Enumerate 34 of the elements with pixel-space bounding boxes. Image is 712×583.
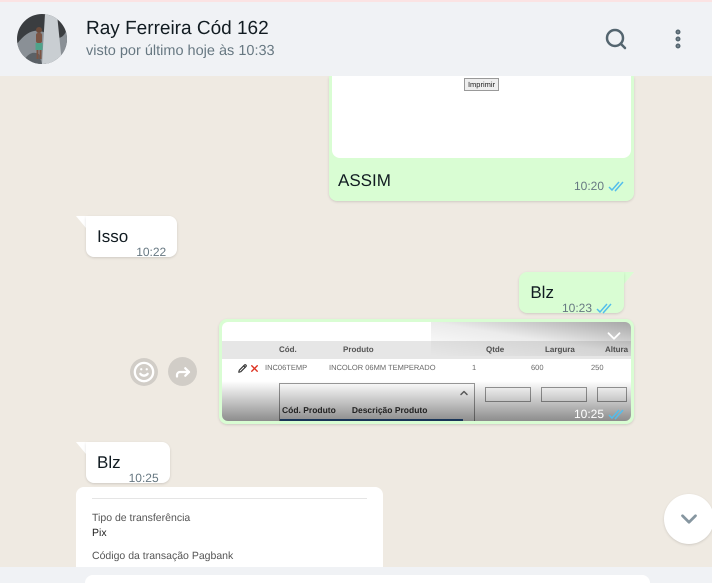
field-value: Pix — [92, 526, 108, 540]
message-time: 10:25 — [574, 407, 604, 421]
receipt-card[interactable]: Tipo de transferência Pix Código da transação Pagbank — [76, 487, 383, 567]
column-header: Produto — [343, 344, 375, 356]
message-bubble[interactable]: Isso 10:22 — [86, 216, 178, 257]
input-field[interactable] — [597, 387, 627, 402]
column-header: Qtde — [486, 344, 506, 356]
message-text: Isso — [97, 226, 128, 248]
column-header: Cód. — [279, 344, 298, 356]
input-field[interactable] — [541, 387, 587, 402]
pencil-icon[interactable] — [238, 364, 247, 372]
delete-icon[interactable] — [249, 362, 260, 374]
bubble-tail — [76, 442, 86, 454]
column-header: Largura — [545, 344, 576, 356]
product-dropdown[interactable]: Cód. Produto Descrição Produto — [279, 383, 475, 421]
message-bubble[interactable]: Blz 10:25 — [86, 442, 170, 483]
message-time: 10:20 — [574, 178, 604, 195]
contact-name: Ray Ferreira Cód 162 — [86, 17, 270, 41]
last-seen-status: visto por último hoje às 10:33 — [86, 42, 276, 61]
search-icon[interactable] — [604, 27, 628, 51]
scroll-down-button[interactable] — [664, 494, 712, 544]
field-label: Código da transação Pagbank — [92, 549, 234, 563]
message-text: Blz — [97, 452, 121, 474]
input-field[interactable] — [485, 387, 531, 402]
field-label: Tipo de transferência — [92, 511, 192, 525]
smile-icon — [133, 360, 155, 382]
message-bubble[interactable]: Blz 10:23 — [519, 272, 624, 313]
bubble-tail — [76, 216, 86, 228]
message-text: Blz — [530, 282, 554, 304]
message-text: ASSIM — [338, 171, 391, 191]
column-header: Altura — [605, 344, 630, 356]
dropdown-column-header: Cód. Produto — [282, 404, 336, 417]
dropdown-column-header: Descrição Produto — [352, 404, 428, 417]
bubble-tail — [624, 272, 634, 284]
